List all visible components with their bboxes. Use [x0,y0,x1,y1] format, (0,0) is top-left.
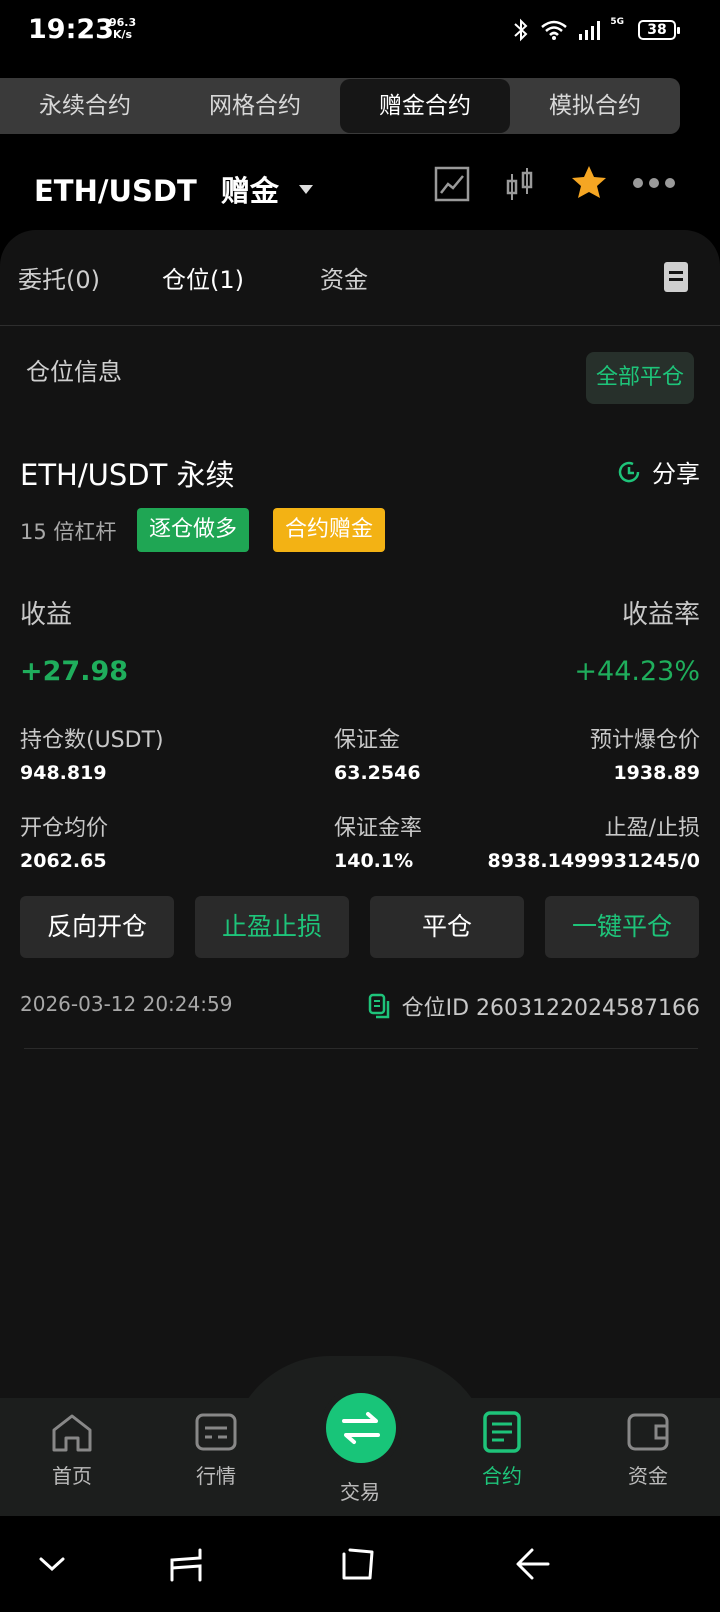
margin-rate-value: 140.1% [334,850,414,872]
nav-funds[interactable]: 资金 [598,1410,698,1489]
divider [24,1048,698,1049]
size-value: 948.819 [20,762,107,784]
home-icon [52,1414,92,1452]
tab-demo[interactable]: 模拟合约 [510,78,680,134]
quick-close-button[interactable]: 一键平仓 [545,896,699,958]
star-icon[interactable] [570,164,608,202]
position-time: 2026-03-12 20:24:59 [20,992,233,1016]
position-id-text: 仓位ID 2603122024587166 [401,996,700,1021]
status-time: 19:23 [28,14,114,45]
back-icon[interactable] [514,1546,550,1582]
chevron-down-icon[interactable] [38,1554,66,1574]
system-nav-bar [0,1516,720,1612]
pnl-rate-value: +44.23% [574,656,700,687]
contract-type-tabs: 永续合约 网格合约 赠金合约 模拟合约 [0,78,680,134]
contract-icon [483,1411,521,1453]
tab-funds[interactable]: 资金 [320,260,368,295]
home-button-icon[interactable] [340,1546,376,1582]
status-bar: 19:23 96.3 K/s 5G 38 [0,0,720,64]
size-label: 持仓数(USDT) [20,728,164,753]
tpsl-label: 止盈/止损 [604,816,700,841]
tab-perpetual[interactable]: 永续合约 [0,78,170,134]
margin-rate-label: 保证金率 [334,816,423,841]
liq-price-label: 预计爆仓价 [589,728,700,753]
tab-bonus[interactable]: 赠金合约 [340,79,510,133]
pair-header: ETH/USDT 赠金 [0,150,720,220]
margin-value: 63.2546 [334,762,421,784]
battery-icon: 38 [638,20,680,40]
tab-orders[interactable]: 委托(0) [18,260,100,295]
liq-price-value: 1938.89 [613,762,700,784]
wallet-icon [627,1413,669,1451]
document-icon[interactable] [664,262,688,292]
trade-button[interactable] [326,1393,396,1463]
bonus-badge: 合约赠金 [273,508,386,552]
nav-contract[interactable]: 合约 [452,1410,552,1489]
reverse-open-button[interactable]: 反向开仓 [20,896,174,958]
nav-market[interactable]: 行情 [166,1410,266,1489]
chart-icon[interactable] [434,166,470,202]
network-speed: 96.3 K/s [109,16,137,41]
swap-icon [342,1412,380,1444]
tpsl-value: 8938.1499931245/0 [487,850,700,872]
tab-positions[interactable]: 仓位(1) [162,260,244,295]
candlestick-icon[interactable] [504,166,536,202]
caret-down-icon [298,184,313,194]
network-type: 5G [610,17,624,27]
pnl-label: 收益 [20,600,73,630]
signal-icon [579,21,601,40]
market-icon [195,1413,237,1451]
entry-price-label: 开仓均价 [20,816,109,841]
section-title: 仓位信息 [26,358,122,386]
pair-mode: 赠金 [220,174,279,208]
position-name: ETH/USDT 永续 [20,458,235,492]
wifi-icon [541,20,568,40]
positions-panel: 委托(0) 仓位(1) 资金 仓位信息 全部平仓 ETH/USDT 永续 分享 … [0,230,720,1398]
bluetooth-icon [514,18,528,42]
tpsl-button[interactable]: 止盈止损 [195,896,349,958]
side-badge: 逐仓做多 [137,508,250,552]
nav-home[interactable]: 首页 [22,1410,122,1489]
more-icon[interactable] [632,176,676,190]
share-button[interactable]: 分享 [616,454,700,489]
close-all-button[interactable]: 全部平仓 [586,352,694,404]
position-id[interactable]: 仓位ID 2603122024587166 [368,990,700,1022]
pair-name: ETH/USDT [34,174,197,208]
copy-icon [368,993,389,1019]
nav-trade-label: 交易 [340,1480,380,1504]
order-tabs: 委托(0) 仓位(1) 资金 [0,230,720,326]
pnl-rate-label: 收益率 [621,600,700,630]
recents-icon[interactable] [168,1546,204,1582]
status-icons: 5G 38 [512,17,680,42]
margin-label: 保证金 [334,728,401,753]
tab-grid[interactable]: 网格合约 [170,78,340,134]
share-icon [618,461,640,482]
leverage-label: 15 倍杠杆 [20,520,117,544]
pair-selector[interactable]: ETH/USDT 赠金 [34,168,313,210]
close-position-button[interactable]: 平仓 [370,896,524,958]
entry-price-value: 2062.65 [20,850,107,872]
share-label: 分享 [652,460,700,488]
pnl-value: +27.98 [20,656,129,687]
